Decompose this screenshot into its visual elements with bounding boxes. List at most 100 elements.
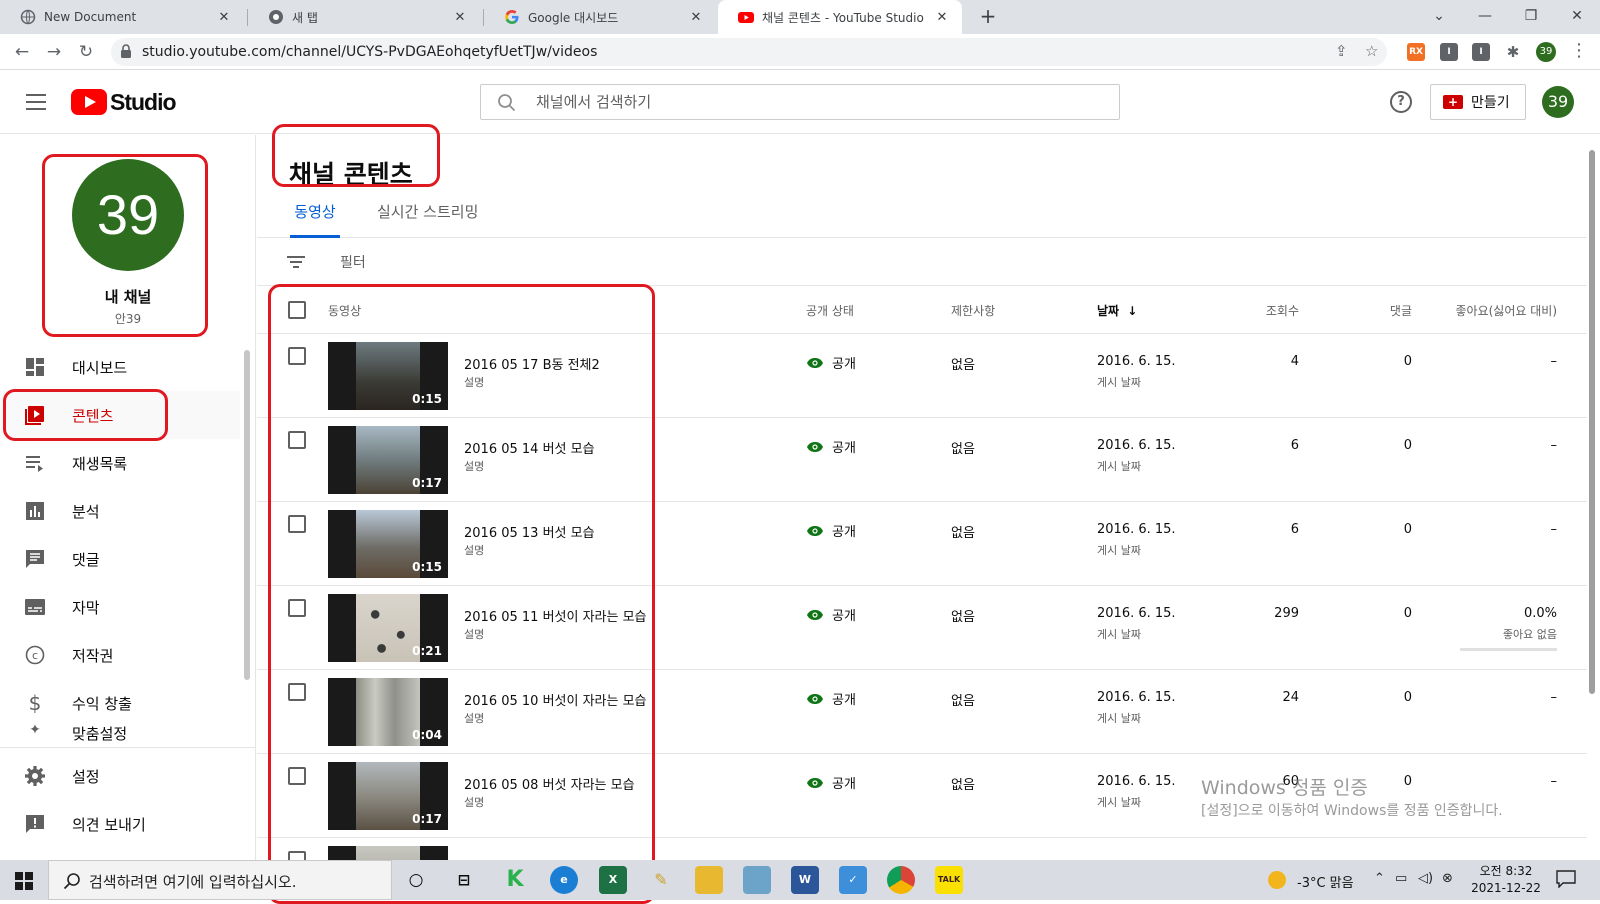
- search-input[interactable]: [536, 85, 1096, 119]
- network-icon[interactable]: ▭: [1395, 871, 1407, 886]
- video-thumbnail[interactable]: 0:15: [328, 342, 448, 410]
- task-view-icon[interactable]: ⊟: [450, 866, 478, 894]
- row-checkbox[interactable]: [288, 431, 306, 449]
- taskbar-clock[interactable]: 오전 8:32 2021-12-22: [1466, 863, 1546, 897]
- main-scrollbar[interactable]: [1589, 150, 1595, 694]
- sidebar-item-analytics[interactable]: 분석: [0, 487, 240, 535]
- table-row[interactable]: 0:17 2016 05 14 버섯 모습 설명 공개 없음 2016. 6. …: [257, 418, 1587, 502]
- ime-icon[interactable]: ⊗: [1442, 871, 1453, 886]
- maximize-button[interactable]: ❐: [1508, 0, 1554, 34]
- column-date[interactable]: 날짜 ↓: [1097, 302, 1137, 319]
- video-thumbnail[interactable]: 0:17: [328, 426, 448, 494]
- tab-google-dashboard[interactable]: Google 대시보드 ✕: [484, 0, 716, 34]
- create-button[interactable]: + 만들기: [1430, 84, 1526, 120]
- channel-search[interactable]: [480, 84, 1120, 120]
- new-tab-button[interactable]: +: [976, 5, 1000, 29]
- help-icon[interactable]: ?: [1390, 91, 1412, 113]
- windows-start-icon[interactable]: [15, 872, 33, 890]
- file-explorer-icon[interactable]: [695, 866, 723, 894]
- row-checkbox[interactable]: [288, 767, 306, 785]
- video-title[interactable]: 2016 05 13 버섯 모습: [464, 522, 595, 541]
- sidebar-item-dashboard[interactable]: 대시보드: [0, 343, 240, 391]
- volume-icon[interactable]: ◁): [1418, 871, 1433, 886]
- row-checkbox[interactable]: [288, 683, 306, 701]
- sidebar-item-copyright[interactable]: c 저작권: [0, 631, 240, 679]
- app-k-icon[interactable]: K: [501, 866, 529, 894]
- select-all-checkbox[interactable]: [288, 301, 306, 319]
- sidebar-item-subtitles[interactable]: 자막: [0, 583, 240, 631]
- extension-rx-icon[interactable]: RX: [1407, 43, 1425, 61]
- table-row[interactable]: 0:21 2016 05 11 버섯이 자라는 모습 설명 공개 없음 2016…: [257, 586, 1587, 670]
- visibility-cell[interactable]: 공개: [806, 521, 856, 540]
- tab-search-button[interactable]: ⌄: [1416, 0, 1462, 34]
- app-icon[interactable]: ✓: [839, 866, 867, 894]
- table-row[interactable]: 0:04 2016 05 10 버섯이 자라는 모습 설명 공개 없음 2016…: [257, 670, 1587, 754]
- video-title[interactable]: 2016 05 11 버섯이 자라는 모습: [464, 606, 647, 625]
- bookmark-star-icon[interactable]: ☆: [1365, 42, 1378, 60]
- puzzle-icon[interactable]: ✱: [1504, 43, 1522, 61]
- video-thumbnail[interactable]: 0:21: [328, 594, 448, 662]
- visibility-cell[interactable]: 공개: [806, 773, 856, 792]
- weather-text[interactable]: -3°C 맑음: [1297, 872, 1354, 891]
- video-thumbnail[interactable]: 0:15: [328, 510, 448, 578]
- tab-new-document[interactable]: New Document ✕: [0, 0, 244, 34]
- sidebar-item-playlists[interactable]: 재생목록: [0, 439, 240, 487]
- visibility-cell[interactable]: 공개: [806, 353, 856, 372]
- video-title[interactable]: 2016 05 10 버섯이 자라는 모습: [464, 690, 647, 709]
- table-row[interactable]: 0:17 2016 05 08 버섯 자라는 모습 설명 공개 없음 2016.…: [257, 754, 1587, 838]
- app-icon[interactable]: ✎: [647, 866, 675, 894]
- video-thumbnail[interactable]: 0:04: [328, 678, 448, 746]
- visibility-cell[interactable]: 공개: [806, 437, 856, 456]
- visibility-cell[interactable]: 공개: [806, 689, 856, 708]
- filter-icon[interactable]: [287, 256, 305, 268]
- video-title[interactable]: 2016 05 17 B동 전체2: [464, 354, 600, 373]
- sidebar-item-customize[interactable]: ✦ 맞춤설정: [0, 719, 240, 747]
- account-avatar[interactable]: 39: [1542, 86, 1574, 118]
- row-checkbox[interactable]: [288, 347, 306, 365]
- app-icon[interactable]: [743, 866, 771, 894]
- video-title[interactable]: 2016 05 14 버섯 모습: [464, 438, 595, 457]
- tab-live[interactable]: 실시간 스트리밍: [377, 192, 478, 238]
- sidebar-item-settings[interactable]: 설정: [0, 752, 240, 800]
- taskbar-search[interactable]: 검색하려면 여기에 입력하십시오.: [48, 860, 392, 900]
- excel-icon[interactable]: X: [599, 866, 627, 894]
- video-title[interactable]: 2016 05 08 버섯 자라는 모습: [464, 774, 635, 793]
- edge-icon[interactable]: e: [550, 866, 578, 894]
- notification-icon[interactable]: [1556, 870, 1576, 889]
- share-icon[interactable]: ⇪: [1335, 42, 1348, 60]
- video-thumbnail[interactable]: [328, 846, 448, 860]
- forward-button[interactable]: →: [42, 40, 66, 64]
- row-checkbox[interactable]: [288, 599, 306, 617]
- sidebar-item-comments[interactable]: 댓글: [0, 535, 240, 583]
- sidebar-item-content[interactable]: 콘텐츠: [0, 391, 240, 439]
- row-checkbox[interactable]: [288, 515, 306, 533]
- cortana-icon[interactable]: ○: [402, 866, 430, 894]
- close-icon[interactable]: ✕: [688, 10, 704, 25]
- extension-icon[interactable]: I: [1440, 43, 1458, 61]
- extension-icon[interactable]: I: [1472, 43, 1490, 61]
- table-row-partial[interactable]: [257, 838, 1587, 860]
- close-icon[interactable]: ✕: [216, 10, 232, 25]
- back-button[interactable]: ←: [10, 40, 34, 64]
- row-checkbox[interactable]: [288, 851, 306, 860]
- minimize-button[interactable]: —: [1462, 0, 1508, 34]
- sidebar-scrollbar[interactable]: [244, 350, 250, 680]
- table-row[interactable]: 0:15 2016 05 17 B동 전체2 설명 공개 없음 2016. 6.…: [257, 334, 1587, 418]
- tab-videos[interactable]: 동영상: [290, 192, 340, 238]
- video-thumbnail[interactable]: 0:17: [328, 762, 448, 830]
- more-vert-icon[interactable]: ⋮: [1570, 40, 1588, 61]
- tab-new-tab[interactable]: 새 탭 ✕: [248, 0, 480, 34]
- close-icon[interactable]: ✕: [934, 10, 950, 25]
- close-window-button[interactable]: ✕: [1554, 0, 1600, 34]
- sidebar-item-feedback[interactable]: 의견 보내기: [0, 800, 240, 848]
- filter-bar[interactable]: 필터: [257, 238, 1587, 286]
- visibility-cell[interactable]: 공개: [806, 605, 856, 624]
- kakaotalk-icon[interactable]: TALK: [935, 866, 963, 894]
- chevron-up-icon[interactable]: ⌃: [1374, 871, 1385, 886]
- close-icon[interactable]: ✕: [452, 10, 468, 25]
- menu-icon[interactable]: [26, 94, 46, 110]
- chrome-taskbar-icon[interactable]: [887, 866, 915, 894]
- word-icon[interactable]: W: [791, 866, 819, 894]
- table-row[interactable]: 0:15 2016 05 13 버섯 모습 설명 공개 없음 2016. 6. …: [257, 502, 1587, 586]
- channel-avatar[interactable]: 39: [72, 159, 184, 271]
